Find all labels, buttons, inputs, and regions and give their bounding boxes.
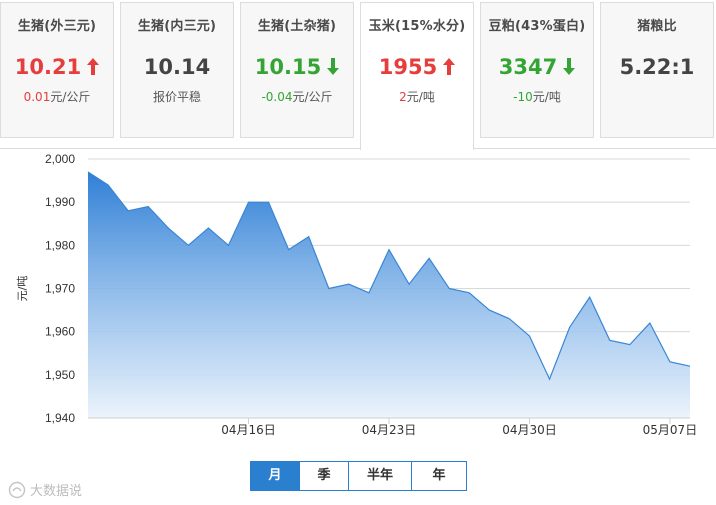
- card-title: 玉米(15%水分): [368, 19, 466, 34]
- watermark-text: 大数据说: [30, 484, 83, 499]
- series-area: [88, 171, 690, 418]
- price-chart: 1,940 1,950 1,960 1,970 1,980 1,990 2,000 元/吨 04…: [16, 152, 698, 437]
- data-point: [147, 205, 149, 207]
- y-tick-label: 1,960: [45, 325, 75, 339]
- x-tick-label: 04月16日: [221, 423, 276, 437]
- card-change-unit: 元/吨: [406, 90, 435, 104]
- data-point: [127, 210, 129, 212]
- card-value-text: 10.14: [143, 55, 211, 79]
- data-point: [548, 378, 550, 380]
- x-tick-label: 04月30日: [502, 423, 557, 437]
- data-point: [328, 287, 330, 289]
- data-point: [348, 283, 350, 285]
- data-point: [689, 365, 691, 367]
- range-tab[interactable]: 季: [300, 462, 349, 490]
- y-tick-label: 1,980: [45, 238, 75, 252]
- data-point: [267, 201, 269, 203]
- y-tick-label: 1,990: [45, 195, 75, 209]
- card-change: 2元/吨: [361, 88, 473, 105]
- data-point: [207, 227, 209, 229]
- watermark: 大数据说: [8, 480, 82, 499]
- card-value-text: 3347: [498, 55, 558, 79]
- card-value: 1955: [361, 54, 473, 80]
- data-point: [167, 227, 169, 229]
- price-card[interactable]: 玉米(15%水分) 1955 2元/吨: [360, 2, 474, 150]
- y-axis-label: 元/吨: [16, 276, 29, 302]
- watermark-logo-icon: [8, 481, 26, 498]
- data-point: [227, 244, 229, 246]
- data-point: [368, 292, 370, 294]
- card-change-unit: 元/公斤: [292, 90, 333, 104]
- arrow-down-icon: [327, 58, 340, 75]
- card-change-value: 0.01: [23, 90, 51, 104]
- arrow-up-icon: [443, 58, 456, 75]
- data-point: [187, 244, 189, 246]
- y-tick-label: 1,970: [45, 282, 75, 296]
- data-point: [609, 339, 611, 341]
- x-tick-label: 05月07日: [643, 423, 698, 437]
- data-point: [448, 287, 450, 289]
- data-point: [488, 309, 490, 311]
- data-point: [629, 343, 631, 345]
- range-tabs: 月季半年年: [250, 461, 467, 491]
- card-change: 报价平稳: [121, 88, 233, 105]
- card-change-value: 2: [399, 90, 407, 104]
- card-change-unit: 元/公斤: [50, 90, 91, 104]
- data-point: [468, 292, 470, 294]
- card-title: 生猪(内三元): [137, 19, 217, 34]
- data-point: [669, 361, 671, 363]
- y-tick-label: 1,950: [45, 368, 75, 382]
- card-change-value: -10: [513, 90, 533, 104]
- card-value: 10.15: [241, 54, 353, 80]
- card-value-text: 10.15: [254, 55, 322, 79]
- price-card[interactable]: 豆粕(43%蛋白) 3347 -10元/吨: [480, 2, 594, 138]
- data-point: [247, 201, 249, 203]
- data-point: [287, 248, 289, 250]
- data-point: [87, 171, 89, 173]
- y-tick-label: 2,000: [45, 152, 75, 166]
- card-change: -10元/吨: [481, 88, 593, 105]
- card-title: 生猪(外三元): [17, 19, 97, 34]
- card-title: 生猪(土杂猪): [257, 19, 337, 34]
- arrow-up-icon: [87, 58, 100, 75]
- card-value: 5.22:1: [601, 54, 713, 80]
- price-card[interactable]: 猪粮比 5.22:1: [600, 2, 714, 138]
- card-value-text: 5.22:1: [619, 55, 695, 79]
- price-card[interactable]: 生猪(外三元) 10.21 0.01元/公斤: [0, 2, 114, 138]
- card-change-value: -0.04: [261, 90, 293, 104]
- x-tick-label: 04月23日: [362, 423, 417, 437]
- price-card[interactable]: 生猪(内三元) 10.14 报价平稳: [120, 2, 234, 138]
- data-point: [588, 296, 590, 298]
- card-change: -0.04元/公斤: [241, 88, 353, 105]
- card-value: 10.21: [1, 54, 113, 80]
- data-point: [428, 257, 430, 259]
- card-value-text: 1955: [378, 55, 438, 79]
- range-tab[interactable]: 年: [412, 462, 466, 490]
- price-cards: 生猪(外三元) 10.21 0.01元/公斤 生猪(内三元) 10.14 报价平稳 生猪(土…: [0, 0, 716, 150]
- card-change: 0.01元/公斤: [1, 88, 113, 105]
- card-value-text: 10.21: [14, 55, 82, 79]
- data-point: [388, 248, 390, 250]
- range-tab[interactable]: 月: [251, 462, 300, 490]
- card-value: 10.14: [121, 54, 233, 80]
- price-card[interactable]: 生猪(土杂猪) 10.15 -0.04元/公斤: [240, 2, 354, 138]
- card-title: 猪粮比: [637, 19, 677, 34]
- data-point: [508, 318, 510, 320]
- data-point: [308, 236, 310, 238]
- y-tick-label: 1,940: [45, 411, 75, 425]
- range-tab[interactable]: 半年: [349, 462, 412, 490]
- data-point: [568, 326, 570, 328]
- data-point: [408, 283, 410, 285]
- card-change-unit: 元/吨: [532, 90, 561, 104]
- data-point: [107, 184, 109, 186]
- data-point: [649, 322, 651, 324]
- arrow-down-icon: [563, 58, 576, 75]
- card-title: 豆粕(43%蛋白): [488, 19, 586, 34]
- data-point: [528, 335, 530, 337]
- card-change-unit: 报价平稳: [152, 90, 201, 104]
- card-value: 3347: [481, 54, 593, 80]
